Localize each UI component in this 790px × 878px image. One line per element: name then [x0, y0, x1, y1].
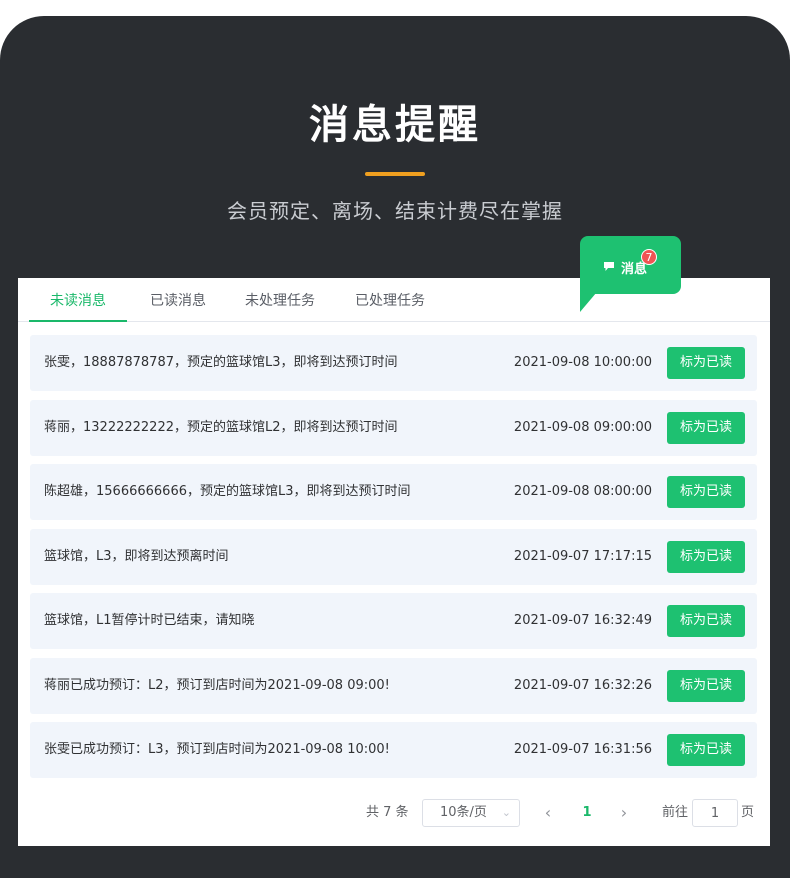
message-text: 陈超雄，15666666666，预定的篮球馆L3，即将到达预订时间 — [44, 484, 411, 499]
mark-read-button[interactable]: 标为已读 — [667, 347, 745, 379]
tab-pending-tasks[interactable]: 未处理任务 — [238, 278, 322, 321]
message-time: 2021-09-08 09:00:00 — [513, 419, 652, 435]
list-item: 陈超雄，15666666666，预定的篮球馆L3，即将到达预订时间 2021-0… — [30, 464, 757, 520]
message-text: 蒋丽已成功预订：L2，预订到店时间为2021-09-08 09:00! — [44, 677, 390, 693]
pagination: 共 7 条 10条/页 ⌄ ‹ 1 › 前往 页 — [18, 799, 770, 827]
list-item: 蒋丽已成功预订：L2，预订到店时间为2021-09-08 09:00! 2021… — [30, 657, 757, 714]
message-time: 2021-09-08 08:00:00 — [513, 484, 652, 499]
chat-icon — [604, 262, 614, 271]
message-text: 篮球馆，L3，即将到达预离时间 — [44, 548, 229, 564]
message-text: 张雯，18887878787，预定的篮球馆L3，即将到达预订时间 — [44, 355, 398, 370]
chevron-right-icon[interactable]: › — [614, 799, 634, 827]
mark-read-button[interactable]: 标为已读 — [667, 605, 745, 637]
tab-done-tasks[interactable]: 已处理任务 — [348, 278, 432, 321]
title-underline — [365, 172, 425, 176]
message-time: 2021-09-07 17:17:15 — [513, 548, 652, 564]
message-list: 张雯，18887878787，预定的篮球馆L3，即将到达预订时间 2021-09… — [30, 335, 757, 787]
unread-count-badge: 7 — [641, 249, 657, 265]
message-time: 2021-09-07 16:32:26 — [513, 677, 652, 693]
mark-read-button[interactable]: 标为已读 — [667, 734, 745, 766]
goto-label: 前往 — [662, 805, 689, 820]
tab-read[interactable]: 已读消息 — [143, 278, 213, 321]
page-size-select[interactable]: 10条/页 ⌄ — [422, 799, 520, 827]
mark-read-button[interactable]: 标为已读 — [667, 411, 745, 444]
page-size-value: 10条/页 — [440, 805, 487, 820]
list-item: 张雯已成功预订：L3，预订到店时间为2021-09-08 10:00! 2021… — [30, 722, 757, 778]
message-panel: 未读消息 已读消息 未处理任务 已处理任务 张雯，18887878787，预定的… — [18, 278, 770, 846]
mark-read-button[interactable]: 标为已读 — [667, 476, 745, 508]
message-time: 2021-09-08 10:00:00 — [513, 355, 652, 370]
page-title: 消息提醒 — [309, 102, 481, 148]
goto-suffix: 页 — [741, 805, 755, 820]
message-text: 蒋丽，13222222222，预定的篮球馆L2，即将到达预订时间 — [44, 419, 398, 435]
message-text: 张雯已成功预订：L3，预订到店时间为2021-09-08 10:00! — [44, 742, 390, 757]
message-text: 篮球馆，L1暂停计时已结束，请知晓 — [44, 613, 255, 628]
chevron-left-icon[interactable]: ‹ — [538, 799, 558, 827]
list-item: 篮球馆，L1暂停计时已结束，请知晓 2021-09-07 16:32:49 标为… — [30, 593, 757, 649]
mark-read-button[interactable]: 标为已读 — [667, 540, 745, 573]
list-item: 篮球馆，L3，即将到达预离时间 2021-09-07 17:17:15 标为已读 — [30, 528, 757, 585]
mark-read-button[interactable]: 标为已读 — [667, 669, 745, 702]
page-subtitle: 会员预定、离场、结束计费尽在掌握 — [227, 199, 563, 223]
list-item: 张雯，18887878787，预定的篮球馆L3，即将到达预订时间 2021-09… — [30, 335, 757, 391]
message-time: 2021-09-07 16:31:56 — [513, 742, 652, 757]
pagination-total: 共 7 条 — [366, 805, 409, 820]
goto-page-input[interactable] — [692, 799, 738, 827]
messages-button[interactable]: 消息 7 — [580, 236, 681, 294]
list-item: 蒋丽，13222222222，预定的篮球馆L2，即将到达预订时间 2021-09… — [30, 399, 757, 456]
message-time: 2021-09-07 16:32:49 — [513, 613, 652, 628]
chevron-down-icon: ⌄ — [501, 806, 511, 819]
tab-unread[interactable]: 未读消息 — [29, 278, 127, 322]
page-number[interactable]: 1 — [578, 799, 596, 827]
